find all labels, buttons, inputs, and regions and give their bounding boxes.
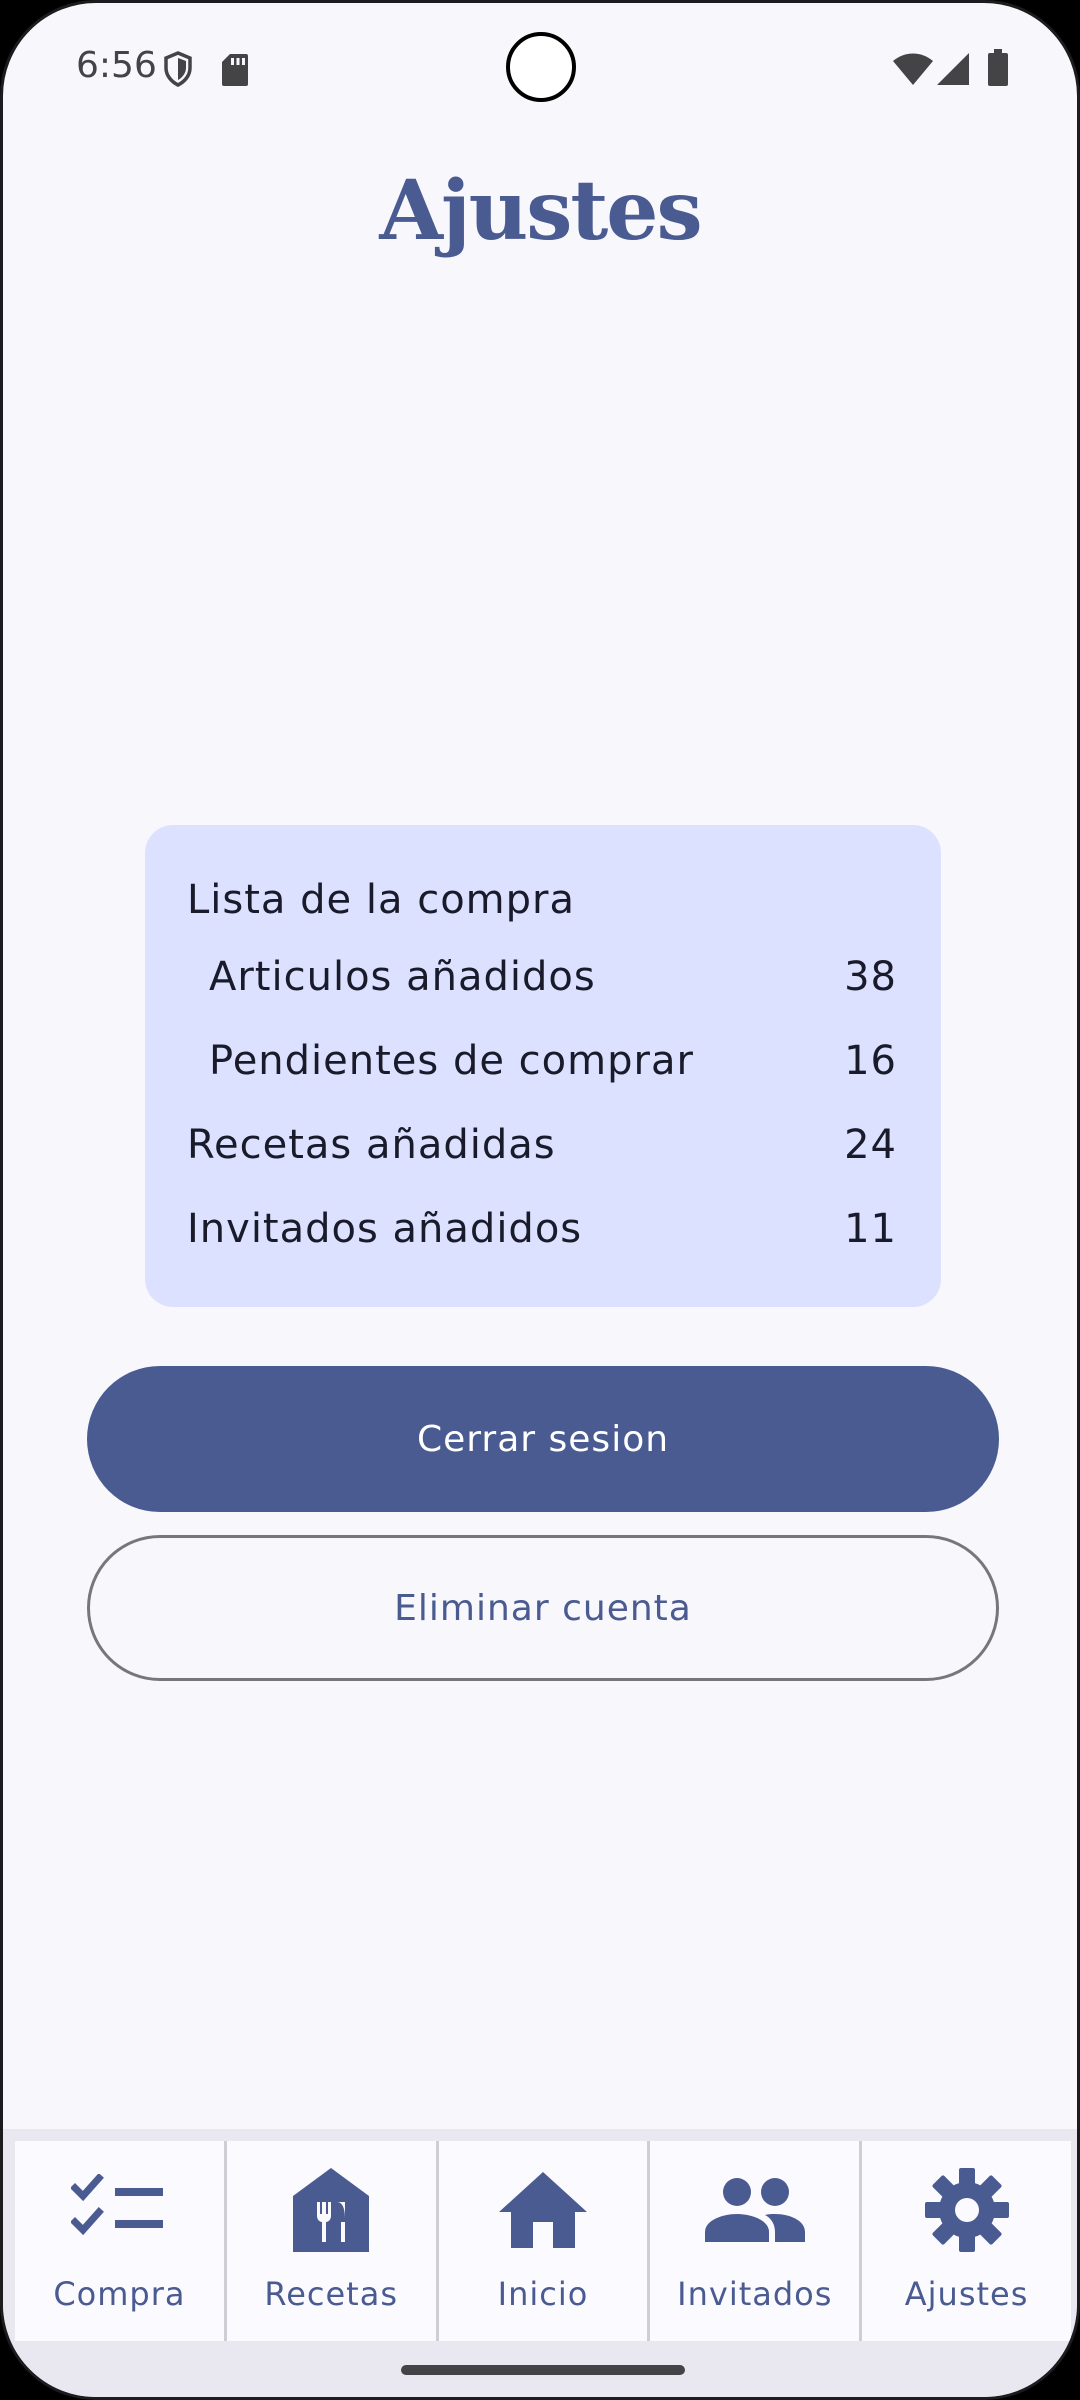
nav-label: Ajustes <box>904 2275 1029 2313</box>
sd-card-icon <box>222 54 248 86</box>
status-bar: 6:56 <box>3 3 1077 133</box>
stats-row-guests-added: Invitados añadidos 11 <box>187 1187 899 1271</box>
stats-label: Articulos añadidos <box>209 954 596 1000</box>
checklist-icon <box>64 2165 174 2255</box>
bottom-navigation: Compra Recetas Inicio Invitados Ajustes <box>3 2129 1077 2397</box>
nav-label: Invitados <box>677 2275 833 2313</box>
stats-value: 38 <box>844 954 897 1000</box>
signal-icon <box>937 53 969 85</box>
stats-row-items-added: Articulos añadidos 38 <box>187 935 899 1019</box>
delete-account-button[interactable]: Eliminar cuenta <box>87 1535 999 1681</box>
nav-item-compra[interactable]: Compra <box>15 2141 227 2341</box>
stats-value: 24 <box>844 1122 897 1168</box>
home-indicator[interactable] <box>401 2365 685 2375</box>
nav-label: Compra <box>53 2275 186 2313</box>
people-icon <box>700 2165 810 2255</box>
stats-label: Invitados añadidos <box>187 1206 583 1252</box>
nav-item-ajustes[interactable]: Ajustes <box>862 2141 1071 2341</box>
stats-value: 16 <box>844 1038 897 1084</box>
stats-card: Lista de la compra Articulos añadidos 38… <box>145 825 941 1307</box>
stats-value: 11 <box>844 1206 897 1252</box>
nav-item-inicio[interactable]: Inicio <box>438 2141 651 2341</box>
shield-icon <box>164 51 192 87</box>
stats-row-shopping-list: Lista de la compra <box>187 865 899 935</box>
nav-label: Inicio <box>497 2275 589 2313</box>
home-icon <box>488 2165 598 2255</box>
nav-item-recetas[interactable]: Recetas <box>226 2141 439 2341</box>
restaurant-icon <box>276 2165 386 2255</box>
nav-item-invitados[interactable]: Invitados <box>650 2141 863 2341</box>
battery-icon <box>988 49 1008 86</box>
stats-row-recipes-added: Recetas añadidas 24 <box>187 1103 899 1187</box>
settings-gear-icon <box>912 2165 1022 2255</box>
page-title: Ajustes <box>379 163 702 259</box>
stats-label: Recetas añadidas <box>187 1122 556 1168</box>
stats-label: Pendientes de comprar <box>209 1038 694 1084</box>
stats-row-pending-purchase: Pendientes de comprar 16 <box>187 1019 899 1103</box>
nav-label: Recetas <box>264 2275 398 2313</box>
wifi-icon <box>893 53 933 85</box>
status-time: 6:56 <box>76 45 157 86</box>
phone-screen: 6:56 Ajustes Lista de la compra Articulo… <box>0 0 1080 2400</box>
front-camera <box>506 32 576 102</box>
stats-label: Lista de la compra <box>187 877 575 923</box>
logout-button[interactable]: Cerrar sesion <box>87 1366 999 1512</box>
